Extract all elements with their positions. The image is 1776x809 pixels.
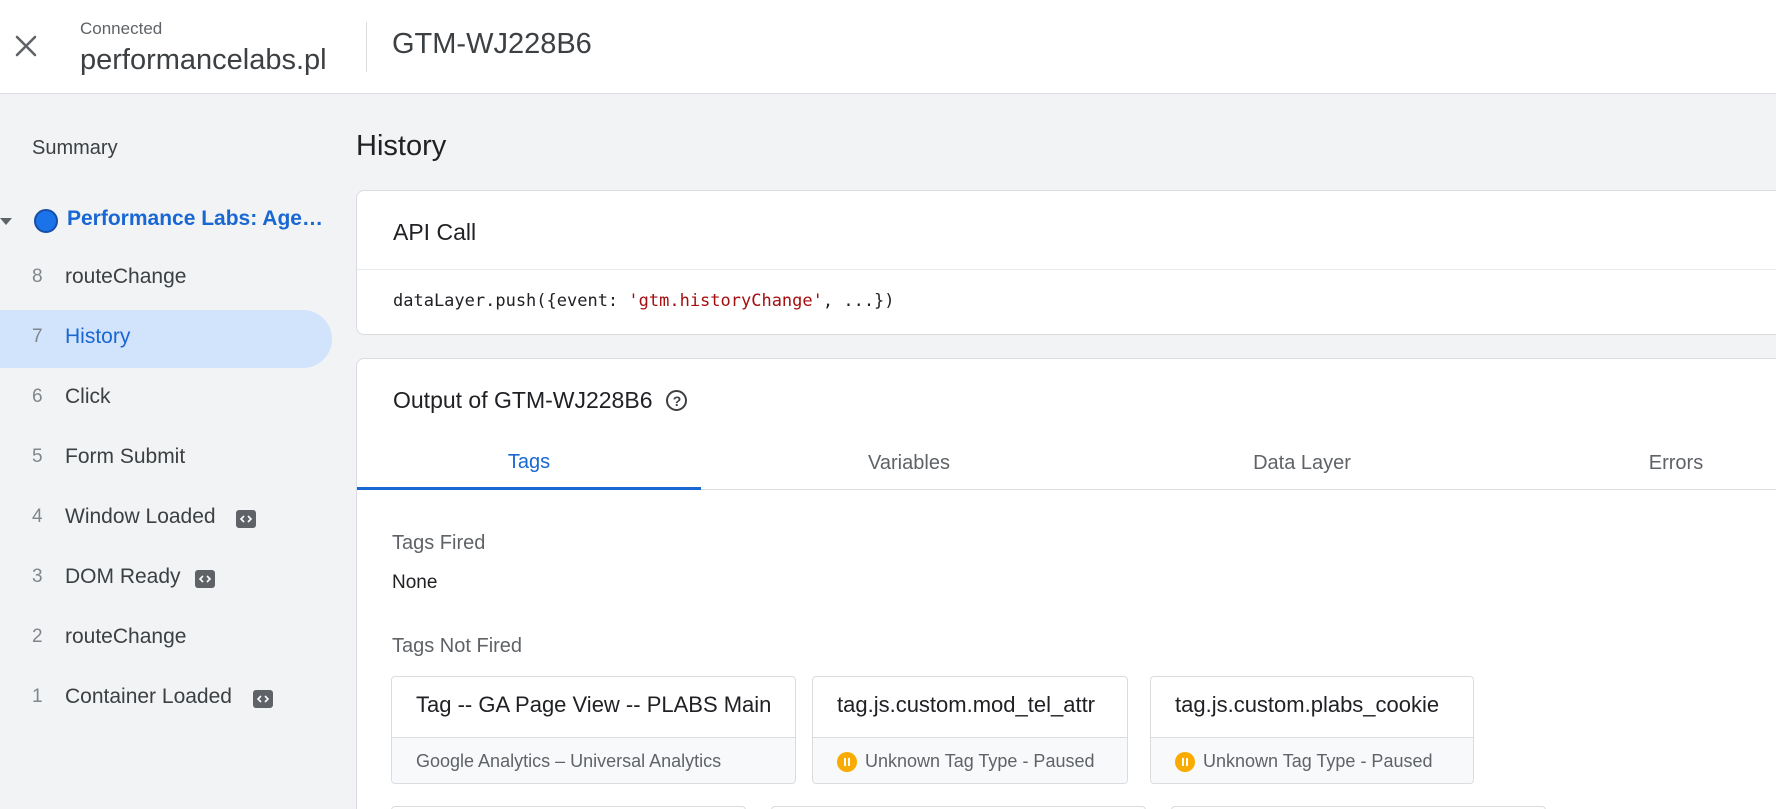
tag-name: Tag -- GA Page View -- PLABS Main	[416, 692, 772, 717]
event-label: Container Loaded	[65, 685, 232, 708]
event-number: 6	[32, 386, 43, 407]
tag-card[interactable]: tag.js.custom.mod_tel_attr Unknown Tag T…	[812, 676, 1128, 784]
output-tabs: Tags Variables Data Layer Errors	[357, 437, 1776, 490]
site-name: performancelabs.pl	[80, 44, 327, 76]
event-item-window-loaded[interactable]: 4 Window Loaded	[0, 490, 332, 548]
tag-card[interactable]: tag.js.custom.plabs_cookie Unknown Tag T…	[1150, 676, 1474, 784]
page-label: Performance Labs: Agencja Performance Ma…	[67, 207, 327, 230]
event-number: 4	[32, 506, 43, 527]
event-number: 5	[32, 446, 43, 467]
event-label: routeChange	[65, 265, 187, 288]
tags-not-fired-label: Tags Not Fired	[392, 635, 523, 657]
tag-type: Unknown Tag Type - Paused	[1151, 737, 1473, 783]
close-button[interactable]	[10, 30, 42, 62]
tab-errors[interactable]: Errors	[1504, 437, 1776, 490]
page-title: History	[356, 130, 447, 162]
container-id: GTM-WJ228B6	[392, 28, 592, 60]
code-badge-icon	[253, 690, 273, 708]
debug-header: Connected performancelabs.pl GTM-WJ228B6	[0, 0, 1776, 94]
event-number: 2	[32, 626, 43, 647]
page-globe-icon	[34, 209, 58, 233]
tab-variables[interactable]: Variables	[737, 437, 1081, 490]
tags-fired-none: None	[392, 572, 438, 593]
connection-status: Connected	[80, 19, 163, 38]
event-item-route-change-2[interactable]: 2 routeChange	[0, 610, 332, 668]
output-header: Output of GTM-WJ228B6 ?	[393, 387, 688, 414]
event-item-click[interactable]: 6 Click	[0, 370, 332, 428]
event-number: 8	[32, 266, 43, 287]
page-item[interactable]: Performance Labs: Agencja Performance Ma…	[0, 192, 332, 248]
close-icon	[15, 35, 37, 57]
event-sidebar: Summary Performance Labs: Agencja Perfor…	[0, 94, 332, 809]
tag-name: tag.js.custom.mod_tel_attr	[837, 692, 1096, 717]
event-label: Click	[65, 385, 111, 408]
tab-data-layer[interactable]: Data Layer	[1130, 437, 1474, 490]
code-string: 'gtm.historyChange'	[628, 291, 823, 311]
api-call-code: dataLayer.push({event: 'gtm.historyChang…	[393, 291, 895, 311]
event-label: Window Loaded	[65, 505, 216, 528]
api-call-card: API Call dataLayer.push({event: 'gtm.his…	[356, 190, 1776, 335]
code-prefix: dataLayer.push({event:	[393, 291, 629, 311]
output-title: Output of GTM-WJ228B6	[393, 387, 653, 413]
header-divider	[366, 22, 367, 72]
event-number: 7	[32, 326, 43, 347]
tag-card[interactable]: Tag -- GA Page View -- PLABS Main Google…	[391, 676, 796, 784]
event-item-route-change-8[interactable]: 8 routeChange	[0, 250, 332, 308]
tag-name: tag.js.custom.plabs_cookie	[1175, 692, 1440, 717]
event-item-container-loaded[interactable]: 1 Container Loaded	[0, 670, 332, 728]
tag-type: Google Analytics – Universal Analytics	[392, 737, 795, 783]
code-badge-icon	[195, 570, 215, 588]
event-item-dom-ready[interactable]: 3 DOM Ready	[0, 550, 332, 608]
event-label: History	[65, 325, 131, 348]
api-call-title: API Call	[393, 219, 477, 245]
caret-down-icon[interactable]	[0, 218, 12, 225]
code-badge-icon	[236, 510, 256, 528]
event-item-form-submit[interactable]: 5 Form Submit	[0, 430, 332, 488]
event-item-history-selected[interactable]: 7 History	[0, 310, 332, 368]
event-label: Form Submit	[65, 445, 186, 468]
event-number: 1	[32, 686, 43, 707]
paused-icon	[837, 751, 857, 772]
tags-fired-label: Tags Fired	[392, 532, 486, 554]
event-number: 3	[32, 566, 43, 587]
tag-type-label: Unknown Tag Type - Paused	[865, 751, 1095, 771]
help-icon[interactable]: ?	[666, 390, 688, 411]
tag-type-label: Unknown Tag Type - Paused	[1203, 751, 1433, 771]
summary-link[interactable]: Summary	[32, 137, 118, 160]
main-panel: History API Call dataLayer.push({event: …	[356, 94, 1776, 809]
event-label: DOM Ready	[65, 565, 181, 588]
divider	[357, 269, 1776, 270]
event-label: routeChange	[65, 625, 187, 648]
code-suffix: , ...})	[822, 291, 895, 311]
tab-tags[interactable]: Tags	[357, 437, 701, 490]
paused-icon	[1175, 751, 1195, 772]
tag-type: Unknown Tag Type - Paused	[813, 737, 1127, 783]
tag-type-label: Google Analytics – Universal Analytics	[416, 751, 722, 771]
